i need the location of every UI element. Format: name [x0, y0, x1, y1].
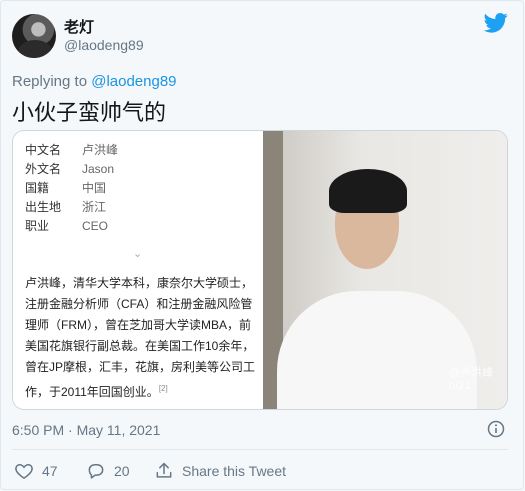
reply-context: Replying to @laodeng89: [12, 73, 177, 90]
info-key: 出生地: [25, 200, 62, 214]
profile-info-panel: 中文名 卢洪峰 外文名 Jason 国籍 中国 出生地 浙江 职业 CEO ⌄ 卢洪峰，清…: [13, 131, 263, 409]
author-name[interactable]: 老灯: [64, 16, 94, 37]
info-row: 职业 CEO: [25, 217, 108, 234]
divider: [12, 449, 508, 450]
share-button[interactable]: Share this Tweet: [154, 461, 286, 481]
tweet-timestamp[interactable]: 6:50 PM · May 11, 2021: [12, 422, 160, 438]
watermark-line-1: @卢洪峰: [449, 367, 494, 379]
like-count: 47: [42, 463, 58, 479]
tweet-text: 小伙子蛮帅气的: [12, 100, 167, 125]
photo-shirt: [277, 291, 477, 409]
share-icon: [156, 462, 172, 478]
info-row: 中文名 卢洪峰: [25, 141, 118, 158]
share-label: Share this Tweet: [182, 463, 287, 479]
twitter-bird-icon[interactable]: [484, 13, 508, 33]
info-key: 中文名: [25, 143, 62, 157]
watermark-line-2: n/21: [449, 380, 471, 392]
author-handle[interactable]: @laodeng89: [64, 37, 144, 53]
bio-text: 卢洪峰，清华大学本科，康奈尔大学硕士，注册金融分析师（CFA）和注册金融风险管理…: [25, 273, 257, 403]
info-value: 浙江: [82, 200, 107, 214]
tweet-media-image[interactable]: 中文名 卢洪峰 外文名 Jason 国籍 中国 出生地 浙江 职业 CEO ⌄ 卢洪峰，清…: [12, 130, 508, 410]
reply-icon: [88, 464, 104, 479]
bio-body: 卢洪峰，清华大学本科，康奈尔大学硕士，注册金融分析师（CFA）和注册金融风险管理…: [25, 276, 256, 399]
avatar[interactable]: [12, 14, 56, 58]
bio-reference: [2]: [158, 384, 168, 393]
reply-button[interactable]: 20: [86, 461, 130, 481]
info-value: CEO: [82, 219, 109, 233]
info-value: Jason: [82, 162, 115, 176]
portrait-photo: @卢洪峰 n/21: [263, 131, 507, 409]
info-row: 外文名 Jason: [25, 160, 114, 177]
photo-watermark: @卢洪峰 n/21: [449, 367, 493, 393]
photo-hair: [329, 169, 407, 213]
tweet-card: 老灯 @laodeng89 Replying to @laodeng89 小伙子…: [0, 0, 524, 490]
info-key: 外文名: [25, 162, 62, 176]
info-key: 职业: [25, 219, 50, 233]
info-key: 国籍: [25, 181, 50, 195]
info-row: 国籍 中国: [25, 179, 106, 196]
reply-prefix: Replying to: [12, 73, 88, 90]
heart-icon: [15, 463, 33, 479]
reply-handle-link[interactable]: @laodeng89: [91, 73, 176, 90]
info-icon[interactable]: [487, 420, 505, 438]
info-value: 卢洪峰: [82, 143, 119, 157]
info-value: 中国: [82, 181, 107, 195]
chevron-down-icon: ⌄: [133, 248, 143, 260]
reply-count: 20: [114, 463, 130, 479]
info-row: 出生地 浙江: [25, 198, 106, 215]
like-button[interactable]: 47: [14, 461, 58, 481]
